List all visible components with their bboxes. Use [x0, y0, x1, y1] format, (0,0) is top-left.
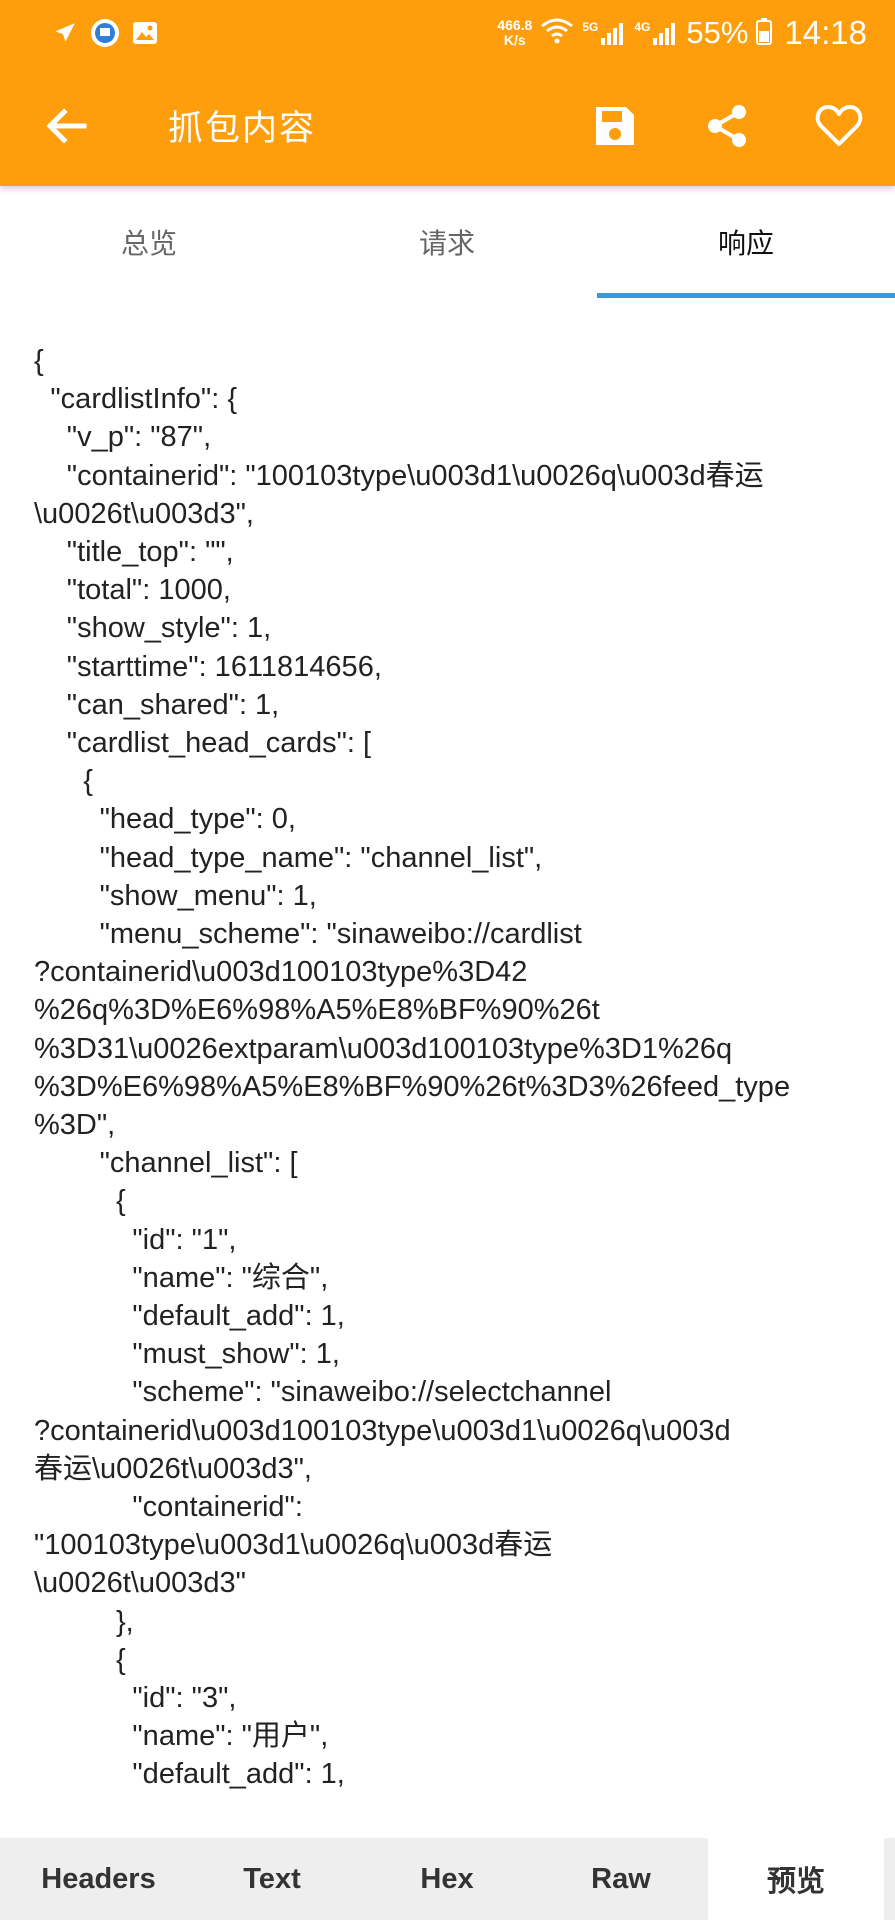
- json-line: "containerid": "100103type\u003d1\u0026q…: [66, 459, 764, 492]
- json-line: %3D",: [34, 1109, 116, 1141]
- json-line: "name": "综合",: [132, 1261, 329, 1294]
- page-title: 抓包内容: [168, 109, 317, 149]
- tab-bar: 总览 请求 响应: [0, 186, 895, 298]
- json-line: "channel_list": [: [99, 1147, 298, 1180]
- image-icon: [130, 18, 160, 48]
- toolbar: 抓包内容: [0, 70, 895, 186]
- json-line: %26q%3D%E6%98%A5%E8%BF%90%26t: [34, 994, 600, 1027]
- tab-request-label: 请求: [418, 227, 475, 260]
- json-line: \u0026t\u003d3",: [34, 497, 254, 530]
- tab-overview[interactable]: 总览: [0, 186, 298, 298]
- clock: 14:18: [784, 14, 867, 51]
- tab-request[interactable]: 请求: [298, 186, 596, 298]
- heart-icon: [815, 104, 863, 152]
- json-line: "can_shared": 1,: [66, 688, 280, 721]
- bottom-tab-bar: Headers Text Hex Raw 预览: [0, 1838, 895, 1920]
- json-line: "100103type\u003d1\u0026q\u003d春运: [34, 1529, 553, 1562]
- tab-response-label: 响应: [717, 227, 774, 260]
- tab-raw-label: Raw: [591, 1862, 651, 1895]
- json-line: "show_menu": 1,: [99, 879, 317, 912]
- signal-4g-icon: 4G: [634, 20, 678, 46]
- net-speed-unit: K/s: [503, 32, 526, 48]
- tab-headers[interactable]: Headers: [0, 1838, 197, 1920]
- tab-text-label: Text: [243, 1862, 301, 1895]
- json-line: "cardlist_head_cards": [: [66, 727, 372, 759]
- json-line: "head_type": 0,: [99, 803, 296, 836]
- airplane-icon: [50, 18, 80, 48]
- net-4g-label: 4G: [634, 20, 651, 34]
- json-line: },: [116, 1605, 134, 1638]
- tab-preview-label: 预览: [766, 1866, 825, 1898]
- status-bar: 466.8 K/s 5G 4G 55% 14:18: [0, 0, 895, 70]
- tab-hex[interactable]: Hex: [372, 1838, 522, 1920]
- json-line: %3D%E6%98%A5%E8%BF%90%26t%3D3%26feed_typ…: [34, 1070, 791, 1103]
- json-line: "default_add": 1,: [132, 1758, 345, 1791]
- favorite-button[interactable]: [809, 98, 869, 158]
- app-badge-icon: [90, 18, 120, 48]
- json-line: "containerid":: [132, 1491, 303, 1523]
- net-5g-label: 5G: [582, 20, 599, 34]
- json-line: "v_p": "87",: [66, 421, 212, 454]
- json-line: %3D31\u0026extparam\u003d100103type%3D1%…: [34, 1032, 733, 1065]
- json-line: {: [83, 765, 93, 798]
- signal-5g-icon: 5G: [582, 20, 626, 46]
- json-line: "total": 1000,: [66, 574, 231, 607]
- tab-headers-label: Headers: [41, 1862, 156, 1895]
- tab-hex-label: Hex: [420, 1862, 474, 1895]
- json-line: "name": "用户",: [132, 1720, 329, 1753]
- tab-overview-label: 总览: [120, 227, 177, 260]
- json-line: "head_type_name": "channel_list",: [99, 841, 543, 874]
- app-bar: 466.8 K/s 5G 4G 55% 14:18 抓包内容: [0, 0, 895, 186]
- status-right: 466.8 K/s 5G 4G 55% 14:18: [497, 14, 867, 52]
- net-speed: 466.8 K/s: [497, 18, 532, 48]
- json-line: ?containerid\u003d100103type\u003d1\u002…: [34, 1414, 731, 1447]
- json-line: "menu_scheme": "sinaweibo://cardlist: [99, 918, 582, 950]
- tab-indicator: [597, 293, 895, 298]
- net-speed-value: 466.8: [497, 17, 533, 33]
- battery-icon: [756, 17, 773, 50]
- json-line: {: [116, 1185, 126, 1218]
- tab-text[interactable]: Text: [197, 1838, 347, 1920]
- arrow-left-icon: [44, 104, 88, 152]
- tab-preview[interactable]: 预览: [708, 1838, 884, 1920]
- json-line: {: [34, 345, 44, 377]
- json-line: {: [116, 1643, 126, 1676]
- tab-raw[interactable]: Raw: [546, 1838, 696, 1920]
- status-left-icons: [50, 18, 160, 48]
- json-line: ?containerid\u003d100103type%3D42: [34, 956, 528, 989]
- json-line: "show_style": 1,: [66, 612, 272, 645]
- json-line: "must_show": 1,: [132, 1338, 340, 1371]
- json-line: "starttime": 1611814656,: [66, 650, 382, 683]
- wifi-icon: [540, 17, 574, 50]
- save-icon: [592, 103, 638, 153]
- json-line: 春运\u0026t\u003d3",: [34, 1452, 312, 1485]
- battery-percent: 55%: [686, 15, 749, 50]
- back-button[interactable]: [36, 98, 96, 158]
- json-line: "id": "1",: [132, 1223, 237, 1256]
- json-line: "title_top": "",: [66, 536, 234, 568]
- json-line: "default_add": 1,: [132, 1300, 345, 1332]
- json-line: "cardlistInfo": {: [50, 383, 238, 416]
- json-line: \u0026t\u003d3": [34, 1567, 246, 1600]
- save-button[interactable]: [585, 98, 645, 158]
- share-icon: [703, 102, 751, 154]
- response-body[interactable]: {"cardlistInfo": {"v_p": "87", "container…: [0, 336, 895, 1838]
- tab-response[interactable]: 响应: [597, 186, 895, 298]
- json-line: "id": "3",: [132, 1682, 237, 1714]
- json-line: "scheme": "sinaweibo://selectchannel: [132, 1376, 612, 1409]
- share-button[interactable]: [697, 98, 757, 158]
